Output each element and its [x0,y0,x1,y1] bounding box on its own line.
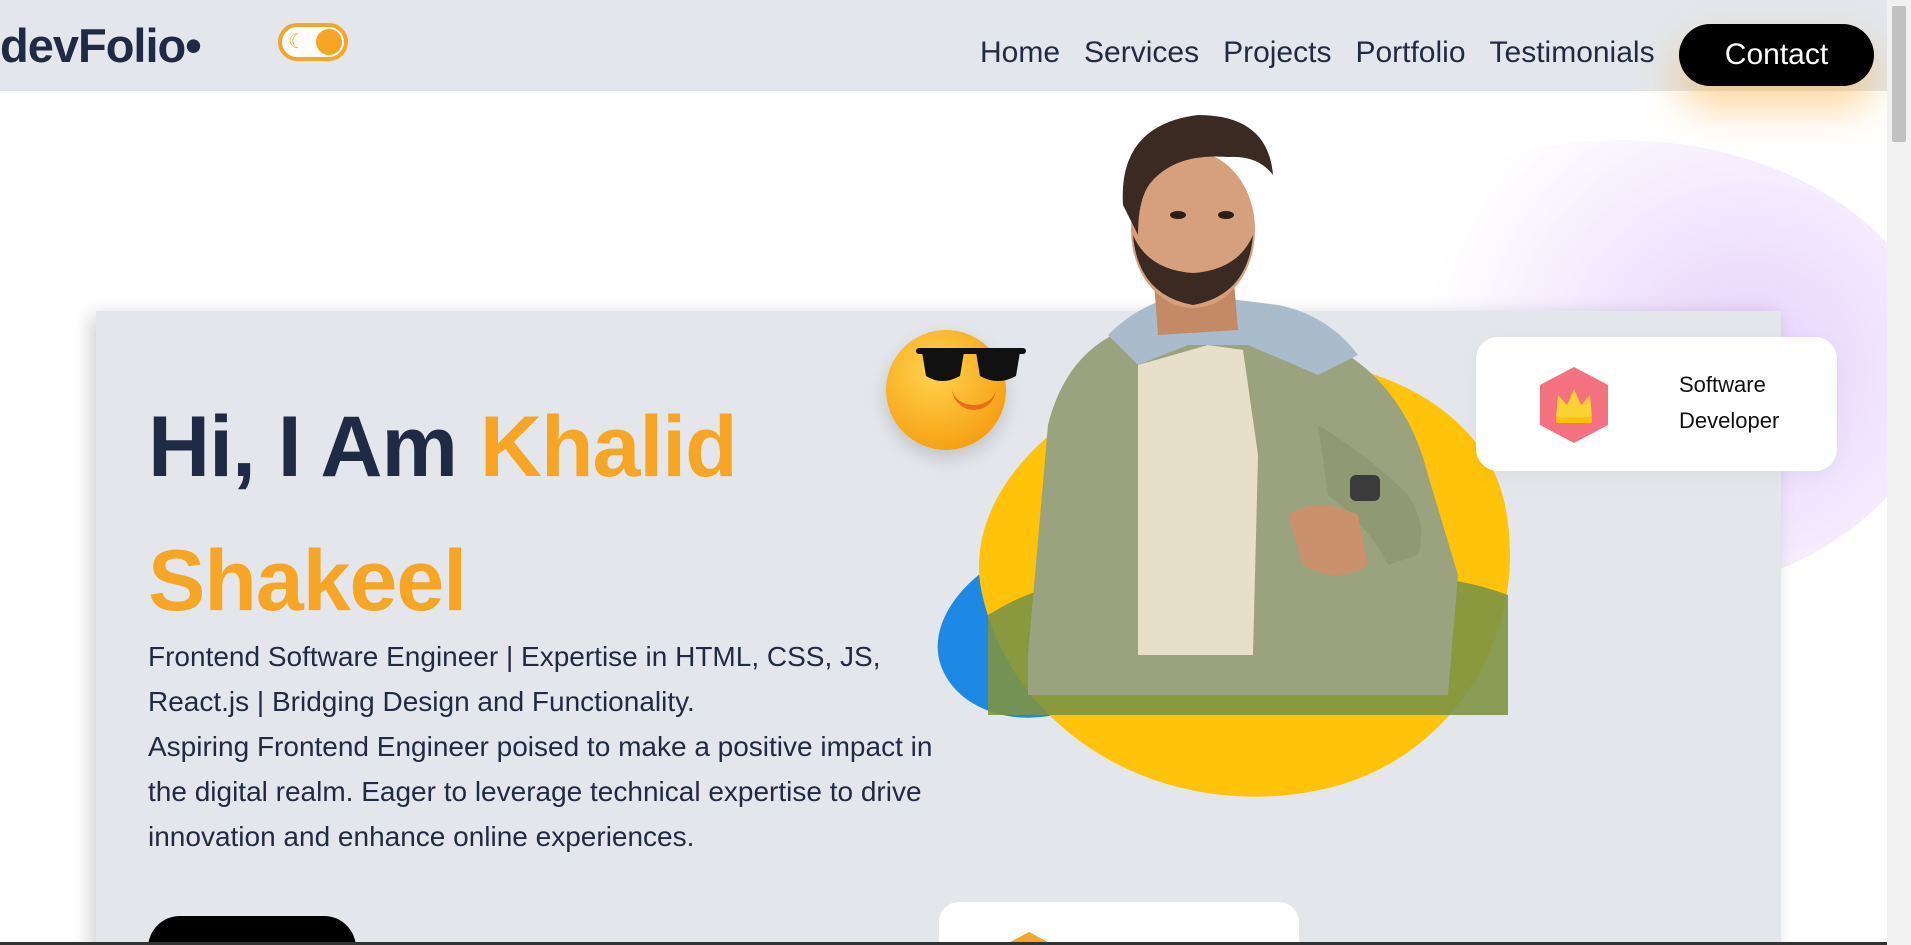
sunglasses-emoji-icon [886,330,1026,450]
hire-me-button[interactable]: Hire me [148,916,356,945]
nav-home[interactable]: Home [980,36,1060,70]
logo-dot: • [185,19,202,72]
nav-portfolio[interactable]: Portfolio [1355,36,1465,70]
hero-summary: Aspiring Frontend Engineer poised to mak… [148,731,933,852]
role-card: Software Developer [1476,337,1837,471]
page-scrollbar[interactable] [1887,0,1911,945]
main-nav: Home Services Projects Portfolio Testimo… [980,36,1655,70]
nav-testimonials[interactable]: Testimonials [1490,36,1655,70]
theme-toggle[interactable]: ☾ [278,23,348,61]
site-header: devFolio• ☾ Home Services Projects Portf… [0,0,1887,91]
hero-description: Frontend Software Engineer | Expertise i… [148,634,948,859]
nav-projects[interactable]: Projects [1223,36,1331,70]
skill-card [939,902,1299,945]
contact-button[interactable]: Contact [1679,24,1874,86]
sunglasses-icon [916,348,1026,381]
toggle-knob [316,29,342,55]
logo-text: devFolio [0,19,186,72]
profile-portrait-image [988,115,1508,715]
nav-services[interactable]: Services [1084,36,1199,70]
crown-badge-icon [1540,367,1608,443]
hero-tagline: Frontend Software Engineer | Expertise i… [148,641,881,717]
scrollbar-thumb[interactable] [1892,6,1906,142]
page: devFolio• ☾ Home Services Projects Portf… [0,0,1911,945]
emoji-smile [952,388,996,410]
moon-icon: ☾ [288,31,306,53]
hero-title: Hi, I Am Khalid Shakeel [148,380,928,648]
site-logo[interactable]: devFolio• [0,18,202,74]
role-text: Software Developer [1679,372,1780,433]
hero-greeting: Hi, I Am [148,399,480,495]
